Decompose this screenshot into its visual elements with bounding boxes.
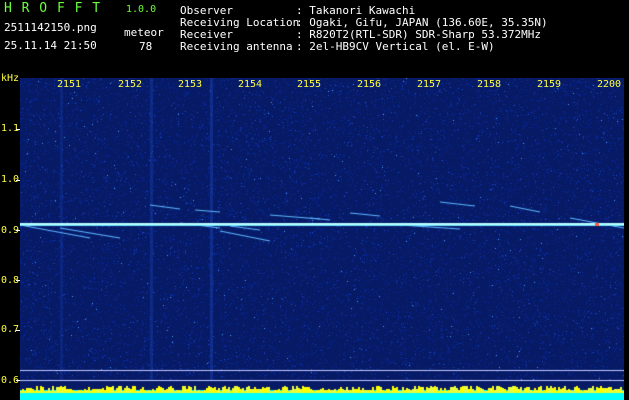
y-tick-mark (16, 330, 20, 331)
y-axis-unit: kHz (1, 73, 20, 84)
y-tick-label: 0.6 (1, 375, 20, 386)
antenna-value: : 2el-HB9CV Vertical (el. E-W) (296, 40, 495, 53)
app-version: 1.0.0 (126, 4, 157, 15)
date-time: 25.11.14 21:50 (4, 39, 97, 52)
x-tick-label: 2200 (597, 79, 622, 90)
x-tick-label: 2155 (297, 79, 322, 90)
antenna-label: Receiving antenna (180, 40, 293, 53)
x-tick-label: 2152 (118, 79, 143, 90)
header-panel: H R O F F T 1.0.0 2511142150.png 25.11.1… (0, 0, 629, 78)
x-tick-label: 2159 (537, 79, 562, 90)
x-tick-label: 2157 (417, 79, 442, 90)
x-tick-label: 2154 (238, 79, 263, 90)
app-title: H R O F F T (4, 1, 102, 16)
mode-label: meteor (124, 26, 164, 39)
x-tick-label: 2156 (357, 79, 382, 90)
y-tick-mark (16, 280, 20, 281)
y-tick-mark (16, 230, 20, 231)
x-tick-label: 2158 (477, 79, 502, 90)
meteor-count: 78 (139, 40, 153, 53)
y-tick-label: 0.8 (1, 275, 20, 286)
file-name: 2511142150.png (4, 21, 97, 34)
y-tick-label: 0.9 (1, 225, 20, 236)
x-tick-label: 2151 (57, 79, 82, 90)
y-tick-mark (16, 129, 20, 130)
spectrogram-canvas (20, 78, 624, 400)
right-border (624, 78, 629, 400)
spectrogram (20, 78, 624, 400)
y-tick-mark (16, 180, 20, 181)
y-tick-mark (16, 380, 20, 381)
x-tick-label: 2153 (178, 79, 203, 90)
